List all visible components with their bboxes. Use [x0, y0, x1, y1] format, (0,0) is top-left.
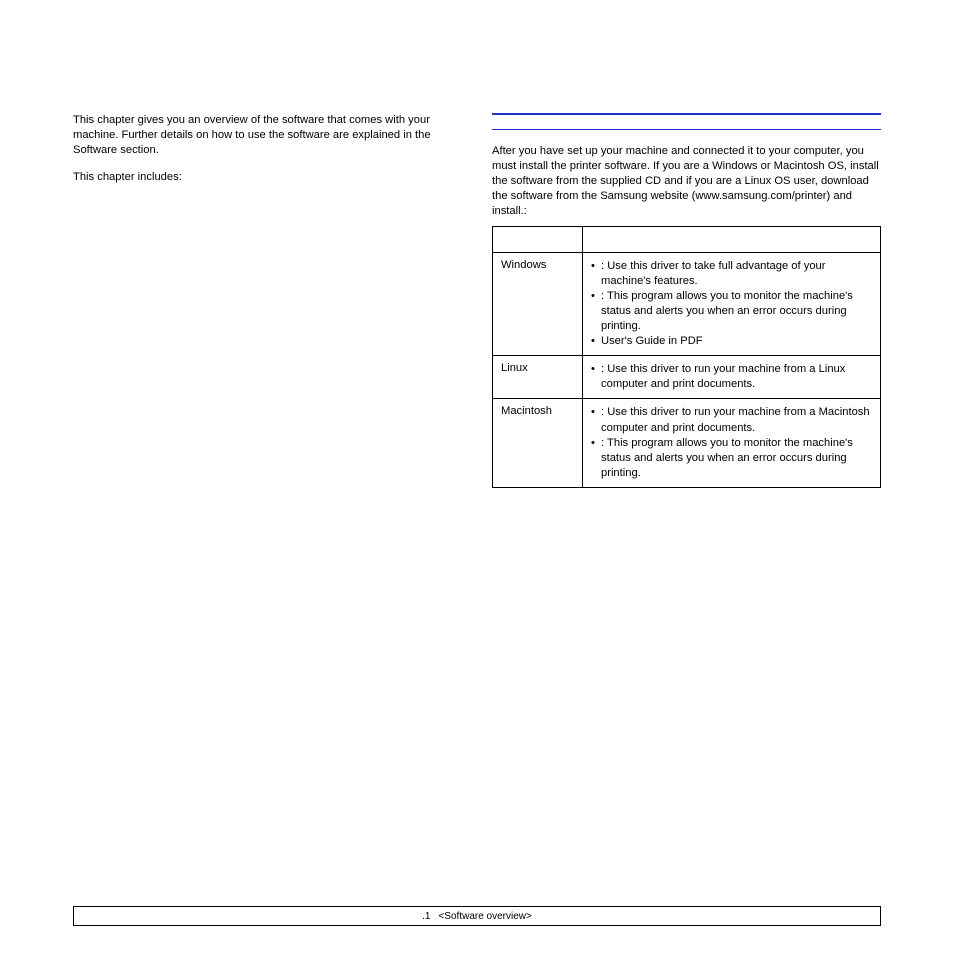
table-header-os: [493, 226, 583, 252]
software-table: Windows : Use this driver to take full a…: [492, 226, 881, 488]
page-footer: .1 <Software overview>: [73, 906, 881, 926]
os-cell: Macintosh: [493, 399, 583, 488]
os-cell: Linux: [493, 356, 583, 399]
contents-cell: : Use this driver to run your machine fr…: [583, 356, 881, 399]
list-item: User's Guide in PDF: [591, 334, 872, 349]
items-list: : Use this driver to take full advantage…: [591, 259, 872, 350]
content-area: This chapter gives you an overview of th…: [0, 0, 954, 488]
table-row: Macintosh : Use this driver to run your …: [493, 399, 881, 488]
section-divider-bottom: [492, 129, 881, 130]
list-item: : Use this driver to run your machine fr…: [591, 405, 872, 435]
right-column: After you have set up your machine and c…: [492, 113, 881, 488]
page: This chapter gives you an overview of th…: [0, 0, 954, 954]
table-row: Linux : Use this driver to run your mach…: [493, 356, 881, 399]
os-cell: Windows: [493, 252, 583, 356]
items-list: : Use this driver to run your machine fr…: [591, 362, 872, 392]
table-header-row: [493, 226, 881, 252]
items-list: : Use this driver to run your machine fr…: [591, 405, 872, 481]
contents-cell: : Use this driver to run your machine fr…: [583, 399, 881, 488]
list-item: : This program allows you to monitor the…: [591, 289, 872, 334]
intro-paragraph-2: This chapter includes:: [73, 170, 462, 185]
right-intro-paragraph: After you have set up your machine and c…: [492, 144, 881, 220]
section-label: <Software overview>: [438, 911, 531, 922]
list-item: : Use this driver to take full advantage…: [591, 259, 872, 289]
table-header-contents: [583, 226, 881, 252]
left-column: This chapter gives you an overview of th…: [73, 113, 462, 488]
intro-paragraph-1: This chapter gives you an overview of th…: [73, 113, 462, 158]
list-item: : Use this driver to run your machine fr…: [591, 362, 872, 392]
contents-cell: : Use this driver to take full advantage…: [583, 252, 881, 356]
list-item: : This program allows you to monitor the…: [591, 436, 872, 481]
section-divider-top: [492, 113, 881, 115]
page-number: .1: [422, 911, 430, 922]
table-row: Windows : Use this driver to take full a…: [493, 252, 881, 356]
